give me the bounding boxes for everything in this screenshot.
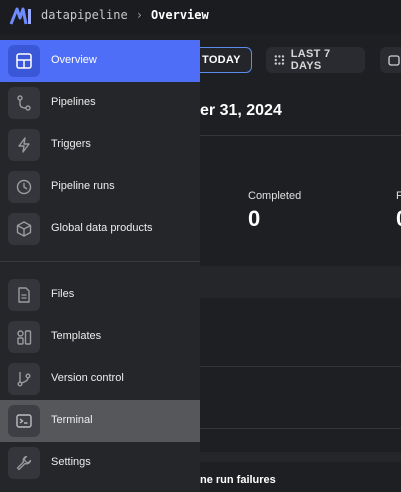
sidebar-item-label: Settings [51,456,91,468]
stat-value-failed: 0 [396,206,401,232]
sidebar-item-pipelines[interactable]: Pipelines [0,82,200,124]
terminal-icon [8,405,40,437]
app-logo-icon[interactable] [9,6,33,26]
pipeline-branch-icon [8,87,40,119]
git-branch-icon [8,363,40,395]
cube-icon [8,213,40,245]
date-title: er 31, 2024 [200,102,282,119]
sidebar-item-label: Triggers [51,138,91,150]
sidebar-item-global-data-products[interactable]: Global data products [0,208,200,250]
calendar-range-icon [388,55,400,66]
section-heading: ne run failures [200,474,276,486]
panel-divider [200,135,401,136]
sidebar-item-terminal[interactable]: Terminal [0,400,200,442]
panel-divider [200,366,401,367]
wrench-icon [8,447,40,479]
sidebar-item-label: Overview [51,54,97,66]
sidebar-item-label: Files [51,288,75,300]
sidebar-item-files[interactable]: Files [0,274,200,316]
sidebar-item-label: Pipelines [51,96,96,108]
today-label: TODAY [202,54,241,66]
last-7-days-label: LAST 7 DAYS [290,48,331,72]
sidebar-item-overview[interactable]: Overview [0,40,200,82]
stat-label-failed: F [396,190,401,202]
lightning-icon [8,129,40,161]
sidebar-item-version-control[interactable]: Version control [0,358,200,400]
section-band [200,452,401,462]
overview-grid-icon [8,45,40,77]
sidebar-divider [0,261,200,262]
sidebar-item-pipeline-runs[interactable]: Pipeline runs [0,166,200,208]
sidebar-item-label: Global data products [51,222,153,234]
stat-value-completed: 0 [248,206,261,231]
sidebar-item-triggers[interactable]: Triggers [0,124,200,166]
stat-label-completed: Completed [248,190,302,202]
sidebar-item-label: Templates [51,330,102,342]
clock-icon [8,171,40,203]
last-7-days-button[interactable]: LAST 7 DAYS [266,47,365,73]
section-band [200,266,401,298]
sidebar-menu: Overview Pipelines Triggers Pipeline run… [0,40,200,492]
sidebar-item-label: Pipeline runs [51,180,115,192]
sidebar-item-templates[interactable]: Templates [0,316,200,358]
panel-divider [200,428,401,429]
templates-icon [8,321,40,353]
breadcrumb-project[interactable]: datapipeline [41,8,128,22]
sidebar-item-settings[interactable]: Settings [0,442,200,484]
breadcrumb: datapipeline › Overview [41,8,209,22]
sidebar-item-label: Terminal [51,414,93,426]
dots-grid-icon [274,55,285,65]
custom-range-button[interactable] [380,47,401,73]
file-icon [8,279,40,311]
breadcrumb-page: Overview [150,8,209,22]
top-bar: datapipeline › Overview [0,0,401,34]
breadcrumb-separator: › [135,8,143,22]
sidebar-item-label: Version control [51,372,124,384]
